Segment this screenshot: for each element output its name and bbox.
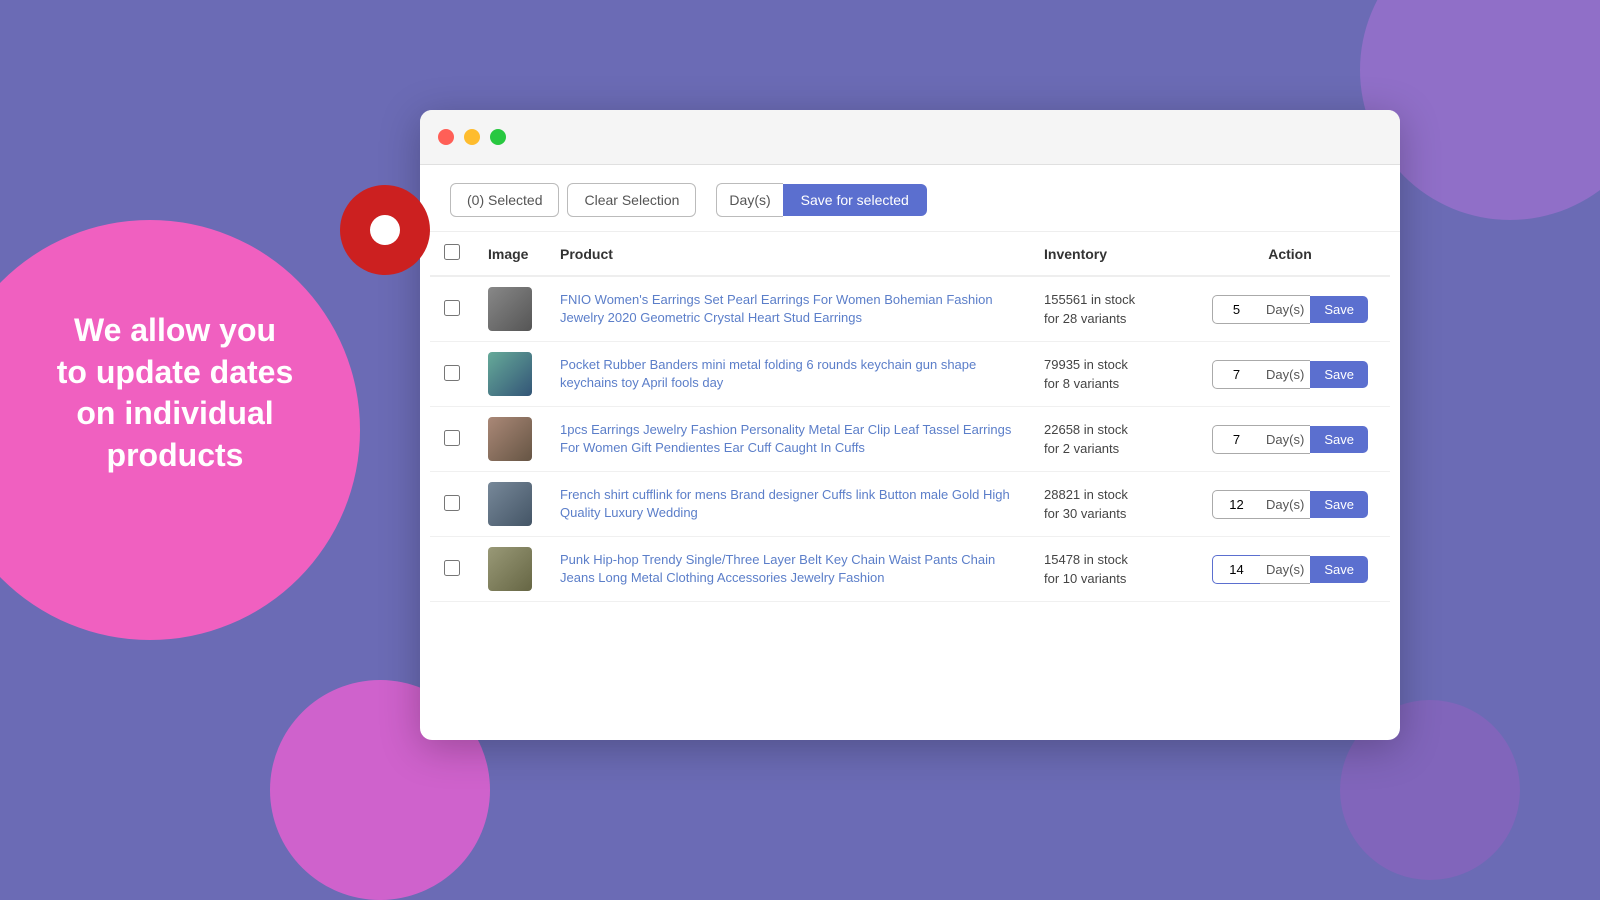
product-thumbnail — [488, 417, 532, 461]
browser-window: (0) Selected Clear Selection Day(s) Save… — [420, 110, 1400, 740]
row-image-cell — [474, 472, 546, 537]
days-label: Day(s) — [716, 183, 782, 217]
row-checkbox-cell — [430, 342, 474, 407]
product-thumbnail — [488, 547, 532, 591]
row-image-cell — [474, 407, 546, 472]
row-checkbox[interactable] — [444, 300, 460, 316]
row-product-cell: French shirt cufflink for mens Brand des… — [546, 472, 1030, 537]
product-thumbnail — [488, 482, 532, 526]
row-action-cell: Day(s)Save — [1190, 537, 1390, 602]
row-checkbox[interactable] — [444, 560, 460, 576]
header-action: Action — [1190, 232, 1390, 276]
row-inventory-cell: 28821 in stockfor 30 variants — [1030, 472, 1190, 537]
days-suffix-label: Day(s) — [1260, 295, 1310, 324]
table-row: French shirt cufflink for mens Brand des… — [430, 472, 1390, 537]
row-checkbox-cell — [430, 276, 474, 342]
row-checkbox[interactable] — [444, 430, 460, 446]
table-row: 1pcs Earrings Jewelry Fashion Personalit… — [430, 407, 1390, 472]
header-inventory: Inventory — [1030, 232, 1190, 276]
browser-titlebar — [420, 110, 1400, 165]
days-input[interactable] — [1212, 360, 1260, 389]
product-link[interactable]: Punk Hip-hop Trendy Single/Three Layer B… — [560, 552, 995, 585]
product-thumbnail — [488, 352, 532, 396]
traffic-yellow-btn[interactable] — [464, 129, 480, 145]
action-wrapper: Day(s)Save — [1204, 295, 1376, 324]
bulk-days-wrapper: Day(s) Save for selected — [716, 183, 926, 217]
header-product: Product — [546, 232, 1030, 276]
left-hero-text: We allow you to update dates on individu… — [20, 310, 330, 476]
row-inventory-cell: 79935 in stockfor 8 variants — [1030, 342, 1190, 407]
row-checkbox[interactable] — [444, 365, 460, 381]
row-checkbox-cell — [430, 472, 474, 537]
days-suffix-label: Day(s) — [1260, 490, 1310, 519]
header-image: Image — [474, 232, 546, 276]
save-row-button[interactable]: Save — [1310, 296, 1368, 323]
row-inventory-cell: 155561 in stockfor 28 variants — [1030, 276, 1190, 342]
table-header-row: Image Product Inventory Action — [430, 232, 1390, 276]
product-table: Image Product Inventory Action FNIO Wome… — [430, 232, 1390, 602]
clear-selection-button[interactable]: Clear Selection — [567, 183, 696, 217]
row-image-cell — [474, 342, 546, 407]
toolbar: (0) Selected Clear Selection Day(s) Save… — [420, 165, 1400, 232]
action-wrapper: Day(s)Save — [1204, 425, 1376, 454]
days-suffix-label: Day(s) — [1260, 555, 1310, 584]
row-product-cell: FNIO Women's Earrings Set Pearl Earrings… — [546, 276, 1030, 342]
row-action-cell: Day(s)Save — [1190, 407, 1390, 472]
row-image-cell — [474, 537, 546, 602]
row-image-cell — [474, 276, 546, 342]
product-link[interactable]: FNIO Women's Earrings Set Pearl Earrings… — [560, 292, 993, 325]
row-checkbox[interactable] — [444, 495, 460, 511]
select-all-checkbox[interactable] — [444, 244, 460, 260]
row-action-cell: Day(s)Save — [1190, 276, 1390, 342]
action-wrapper: Day(s)Save — [1204, 360, 1376, 389]
save-row-button[interactable]: Save — [1310, 361, 1368, 388]
days-input[interactable] — [1212, 490, 1260, 519]
record-button[interactable] — [340, 185, 430, 275]
header-checkbox-cell — [430, 232, 474, 276]
table-row: Punk Hip-hop Trendy Single/Three Layer B… — [430, 537, 1390, 602]
row-product-cell: Pocket Rubber Banders mini metal folding… — [546, 342, 1030, 407]
days-input[interactable] — [1212, 425, 1260, 454]
row-checkbox-cell — [430, 407, 474, 472]
save-row-button[interactable]: Save — [1310, 426, 1368, 453]
inventory-text: 22658 in stockfor 2 variants — [1044, 420, 1176, 459]
row-checkbox-cell — [430, 537, 474, 602]
traffic-red-btn[interactable] — [438, 129, 454, 145]
days-input[interactable] — [1212, 295, 1260, 324]
product-table-wrapper: Image Product Inventory Action FNIO Wome… — [420, 232, 1400, 602]
inventory-text: 79935 in stockfor 8 variants — [1044, 355, 1176, 394]
record-inner-dot — [370, 215, 400, 245]
inventory-text: 15478 in stockfor 10 variants — [1044, 550, 1176, 589]
product-link[interactable]: Pocket Rubber Banders mini metal folding… — [560, 357, 976, 390]
row-product-cell: Punk Hip-hop Trendy Single/Three Layer B… — [546, 537, 1030, 602]
traffic-green-btn[interactable] — [490, 129, 506, 145]
table-row: Pocket Rubber Banders mini metal folding… — [430, 342, 1390, 407]
product-thumbnail — [488, 287, 532, 331]
save-row-button[interactable]: Save — [1310, 491, 1368, 518]
save-row-button[interactable]: Save — [1310, 556, 1368, 583]
row-inventory-cell: 22658 in stockfor 2 variants — [1030, 407, 1190, 472]
inventory-text: 155561 in stockfor 28 variants — [1044, 290, 1176, 329]
days-suffix-label: Day(s) — [1260, 425, 1310, 454]
save-for-selected-button[interactable]: Save for selected — [783, 184, 927, 216]
row-inventory-cell: 15478 in stockfor 10 variants — [1030, 537, 1190, 602]
action-wrapper: Day(s)Save — [1204, 490, 1376, 519]
days-suffix-label: Day(s) — [1260, 360, 1310, 389]
row-action-cell: Day(s)Save — [1190, 472, 1390, 537]
action-wrapper: Day(s)Save — [1204, 555, 1376, 584]
table-row: FNIO Women's Earrings Set Pearl Earrings… — [430, 276, 1390, 342]
days-input[interactable] — [1212, 555, 1260, 584]
product-link[interactable]: 1pcs Earrings Jewelry Fashion Personalit… — [560, 422, 1011, 455]
selected-button[interactable]: (0) Selected — [450, 183, 559, 217]
row-action-cell: Day(s)Save — [1190, 342, 1390, 407]
inventory-text: 28821 in stockfor 30 variants — [1044, 485, 1176, 524]
row-product-cell: 1pcs Earrings Jewelry Fashion Personalit… — [546, 407, 1030, 472]
product-link[interactable]: French shirt cufflink for mens Brand des… — [560, 487, 1010, 520]
